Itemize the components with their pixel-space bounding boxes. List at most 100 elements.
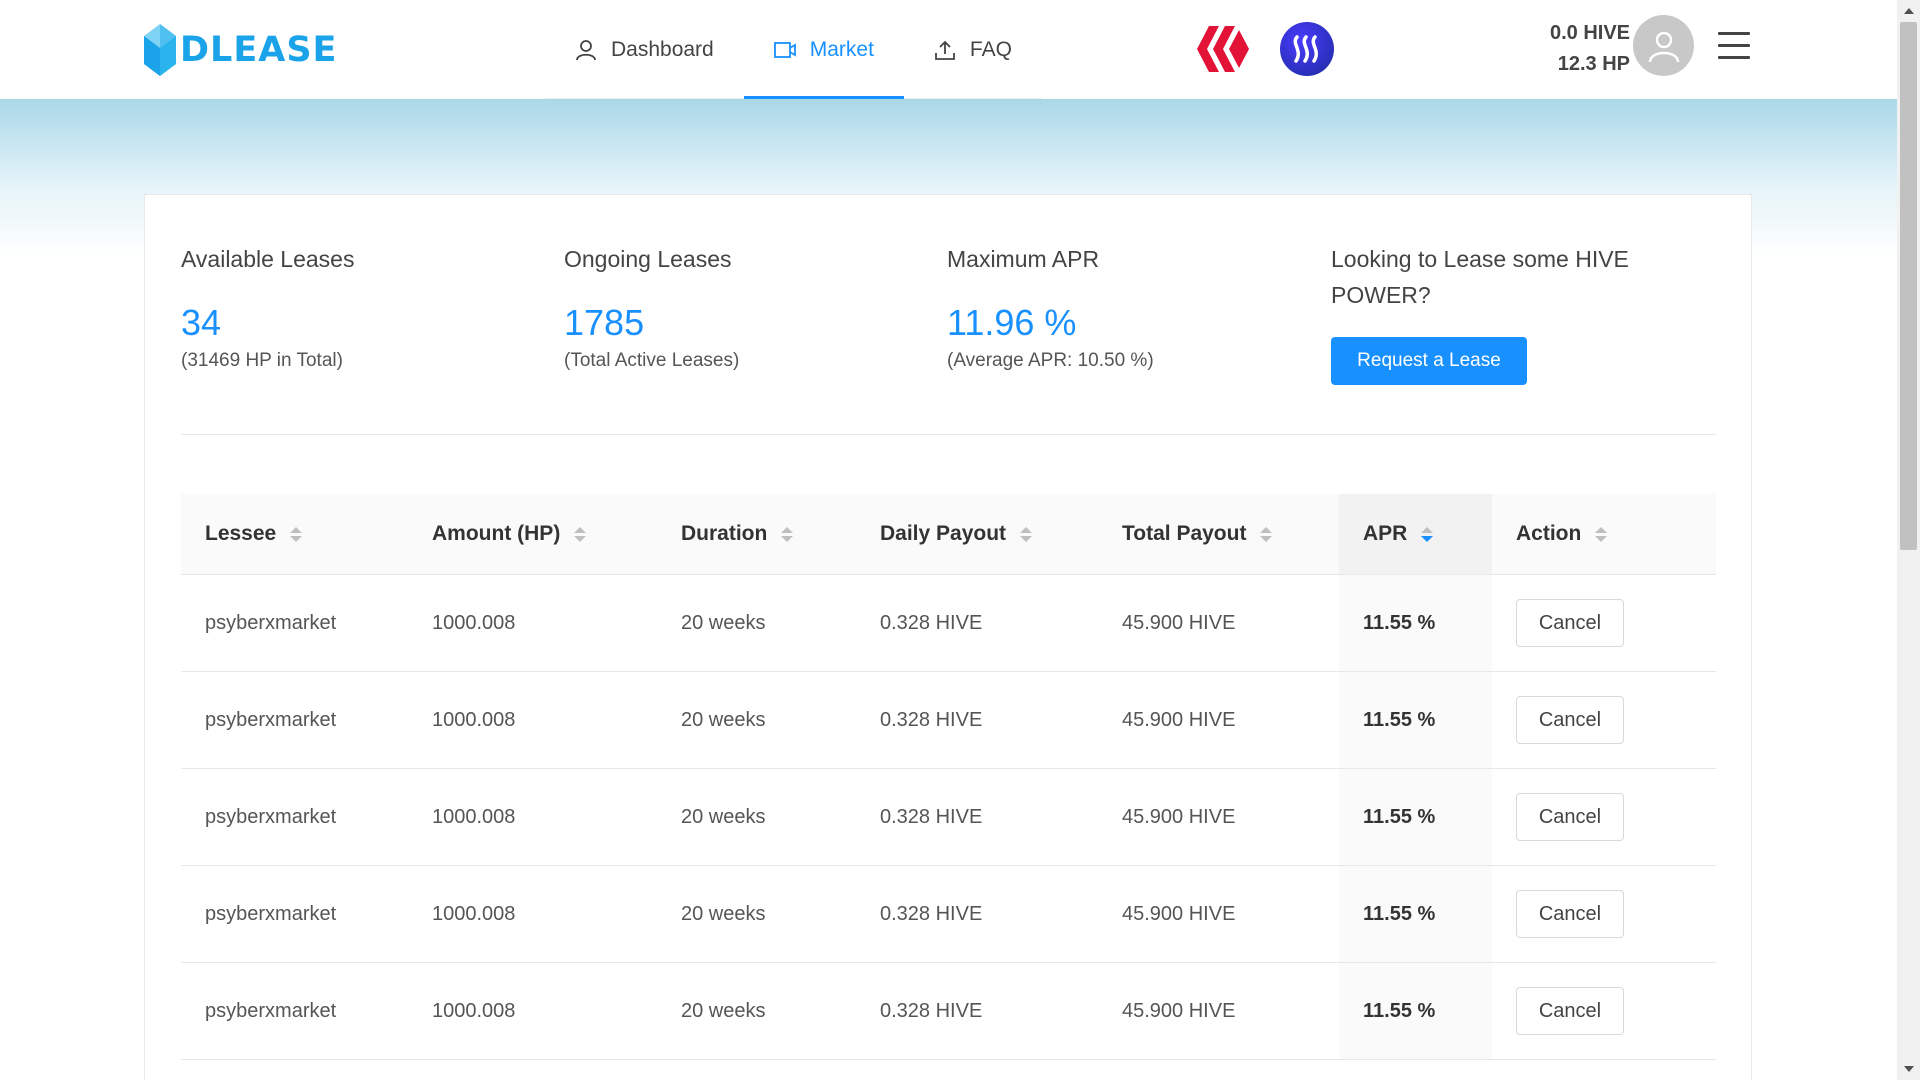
cancel-button[interactable]: Cancel	[1516, 696, 1624, 744]
cell-lessee: psyberxmarket	[205, 999, 337, 1022]
cell-action: Cancel	[1492, 963, 1716, 1059]
scroll-down-arrow-icon[interactable]	[1904, 1066, 1914, 1072]
stat-ongoing-leases: Ongoing Leases 1785 (Total Active Leases…	[564, 241, 924, 375]
column-action[interactable]: Action	[1492, 494, 1716, 574]
dlease-logo[interactable]: DLEASE	[142, 22, 337, 78]
table-row: psyberxmarket 1000.008 20 weeks 0.328 HI…	[181, 769, 1716, 866]
steem-waves-icon	[1293, 35, 1319, 63]
cell-apr: 11.55 %	[1339, 575, 1492, 671]
scroll-up-arrow-icon[interactable]	[1904, 8, 1914, 14]
column-label: Total Payout	[1122, 522, 1247, 545]
table-row: psyberxmarket 1000.008 20 weeks 0.328 HI…	[181, 866, 1716, 963]
nav-dashboard[interactable]: Dashboard	[545, 0, 744, 99]
cell-lessee: psyberxmarket	[205, 805, 337, 828]
cell-daily-payout: 0.328 HIVE	[880, 999, 983, 1022]
cell-apr: 11.55 %	[1339, 866, 1492, 962]
cell-amount: 1000.008	[432, 999, 516, 1022]
cell-lessee: psyberxmarket	[205, 708, 337, 731]
cell-daily-payout: 0.328 HIVE	[880, 611, 983, 634]
sort-descending-icon[interactable]	[1421, 526, 1434, 542]
sort-icon[interactable]	[781, 526, 794, 542]
avatar[interactable]	[1633, 15, 1694, 76]
column-duration[interactable]: Duration	[657, 494, 856, 574]
stat-title: Ongoing Leases	[564, 246, 732, 272]
stat-sub: (Total Active Leases)	[564, 350, 740, 371]
cell-daily-payout: 0.328 HIVE	[880, 708, 983, 731]
sort-icon[interactable]	[574, 526, 587, 542]
vertical-scrollbar[interactable]	[1897, 0, 1920, 1080]
cell-apr: 11.55 %	[1339, 963, 1492, 1059]
sort-icon[interactable]	[290, 526, 303, 542]
cancel-button[interactable]: Cancel	[1516, 987, 1624, 1035]
cell-amount: 1000.008	[432, 708, 516, 731]
sort-icon[interactable]	[1260, 526, 1273, 542]
balance-hive: 0.0 HIVE	[1549, 22, 1630, 44]
table-row: psyberxmarket 1000.008 20 weeks 0.328 HI…	[181, 672, 1716, 769]
request-lease-button[interactable]: Request a Lease	[1331, 337, 1527, 385]
cell-daily-payout: 0.328 HIVE	[880, 805, 983, 828]
cell-duration: 20 weeks	[681, 902, 766, 925]
cell-total-payout: 45.900 HIVE	[1122, 611, 1236, 634]
stat-request-lease: Looking to Lease some HIVE POWER? Reques…	[1331, 241, 1671, 385]
column-lessee[interactable]: Lessee	[181, 494, 408, 574]
nav-market[interactable]: Market	[743, 0, 905, 99]
column-total-payout[interactable]: Total Payout	[1098, 494, 1339, 574]
cell-lessee: psyberxmarket	[205, 611, 337, 634]
stat-value: 11.96 %	[947, 302, 1077, 343]
cell-total-payout: 45.900 HIVE	[1122, 708, 1236, 731]
diamond-logo-icon	[144, 24, 176, 76]
table-row: psyberxmarket 1000.008 20 weeks 0.328 HI…	[181, 963, 1716, 1060]
cell-daily-payout: 0.328 HIVE	[880, 902, 983, 925]
user-avatar-icon	[1648, 31, 1679, 62]
stat-available-leases: Available Leases 34 (31469 HP in Total)	[181, 241, 541, 375]
column-label: Amount (HP)	[432, 522, 561, 545]
cancel-button[interactable]: Cancel	[1516, 793, 1624, 841]
stat-title: Looking to Lease some HIVE POWER?	[1331, 246, 1629, 308]
cell-duration: 20 weeks	[681, 999, 766, 1022]
nav-faq[interactable]: FAQ	[904, 0, 1042, 99]
cell-duration: 20 weeks	[681, 805, 766, 828]
stat-title: Available Leases	[181, 246, 355, 272]
sort-icon[interactable]	[1020, 526, 1033, 542]
cancel-button[interactable]: Cancel	[1516, 599, 1624, 647]
section-divider	[181, 434, 1716, 435]
column-apr[interactable]: APR	[1339, 494, 1492, 574]
cell-amount: 1000.008	[432, 611, 516, 634]
sort-icon[interactable]	[1595, 526, 1608, 542]
cell-lessee: psyberxmarket	[205, 902, 337, 925]
stats-row: Available Leases 34 (31469 HP in Total) …	[181, 241, 1716, 431]
stat-value: 1785	[564, 302, 645, 343]
column-label: Action	[1516, 522, 1582, 545]
table-row: psyberxmarket 1000.008 20 weeks 0.328 HI…	[181, 575, 1716, 672]
nav-market-label: Market	[809, 37, 874, 61]
cell-duration: 20 weeks	[681, 611, 766, 634]
wallet-balances: 0.0 HIVE 12.3 HP	[1480, 18, 1630, 80]
cell-action: Cancel	[1492, 769, 1716, 865]
hamburger-menu-icon[interactable]	[1718, 32, 1750, 60]
column-label: Daily Payout	[880, 522, 1007, 545]
hive-logo-icon[interactable]	[1193, 22, 1253, 76]
table-header: Lessee Amount (HP) Duration Daily Payout…	[181, 494, 1716, 575]
balance-hp: 12.3 HP	[1557, 53, 1630, 75]
cell-amount: 1000.008	[432, 805, 516, 828]
cell-total-payout: 45.900 HIVE	[1122, 805, 1236, 828]
nav-dashboard-label: Dashboard	[611, 37, 714, 61]
user-icon	[576, 39, 596, 60]
steem-logo-icon[interactable]	[1280, 22, 1334, 76]
scrollbar-thumb[interactable]	[1900, 22, 1917, 550]
column-amount[interactable]: Amount (HP)	[408, 494, 657, 574]
cell-total-payout: 45.900 HIVE	[1122, 902, 1236, 925]
cancel-button[interactable]: Cancel	[1516, 890, 1624, 938]
video-icon	[773, 41, 796, 58]
cell-apr: 11.55 %	[1339, 672, 1492, 768]
column-label: APR	[1363, 522, 1408, 545]
column-daily-payout[interactable]: Daily Payout	[856, 494, 1098, 574]
cell-action: Cancel	[1492, 866, 1716, 962]
upload-icon	[935, 40, 955, 60]
stat-sub: (31469 HP in Total)	[181, 350, 343, 371]
cell-action: Cancel	[1492, 575, 1716, 671]
leases-table: Lessee Amount (HP) Duration Daily Payout…	[181, 494, 1716, 1060]
nav-faq-label: FAQ	[969, 37, 1012, 61]
top-header: DLEASE Dashboard Market FAQ 0.0 HIVE 12.…	[0, 0, 1897, 99]
main-nav: Dashboard Market FAQ	[545, 0, 1042, 99]
